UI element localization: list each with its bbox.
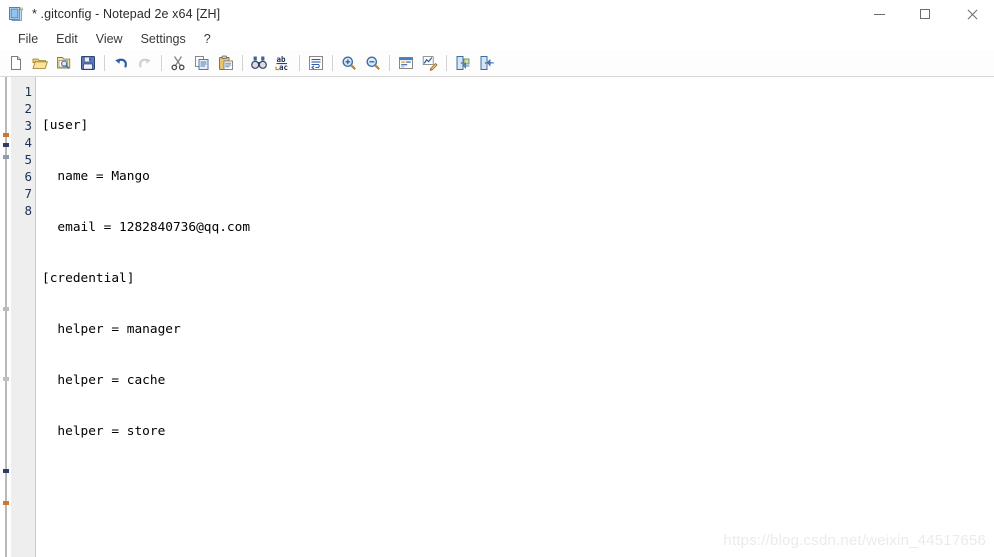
browse-file-icon (56, 55, 72, 71)
menu-item-view[interactable]: View (87, 30, 132, 49)
open-file-button[interactable] (28, 52, 52, 74)
menu-bar: File Edit View Settings ? (0, 28, 994, 50)
line-number: 3 (24, 118, 32, 133)
exit-icon (479, 55, 495, 71)
menu-item-help[interactable]: ? (195, 30, 220, 49)
zoom-out-button[interactable] (361, 52, 385, 74)
scheme-icon (398, 55, 414, 71)
line-number: 4 (24, 135, 32, 150)
redo-button[interactable] (133, 52, 157, 74)
marker-dot (3, 501, 9, 505)
close-button[interactable] (948, 0, 994, 28)
bookmark-marker-strip[interactable] (0, 77, 11, 557)
paste-icon (218, 55, 234, 71)
save-file-button[interactable] (76, 52, 100, 74)
replace-icon: ab ac (275, 55, 291, 71)
customize-schemes-button[interactable] (418, 52, 442, 74)
toolbar-separator (299, 55, 300, 71)
notepad-window: * .gitconfig - Notepad 2e x64 [ZH] File … (0, 0, 994, 557)
toolbar-separator (104, 55, 105, 71)
cut-icon (170, 55, 186, 71)
menu-item-edit[interactable]: Edit (47, 30, 87, 49)
line-number-gutter: 1 2 3 4 5 6 7 8 (11, 77, 36, 557)
undo-icon (113, 55, 129, 71)
zoom-in-button[interactable] (337, 52, 361, 74)
customize-icon (422, 55, 438, 71)
exit-save-button[interactable] (451, 52, 475, 74)
word-wrap-button[interactable] (304, 52, 328, 74)
copy-icon (194, 55, 210, 71)
replace-button[interactable]: ab ac (271, 52, 295, 74)
exit-save-icon (455, 55, 471, 71)
line-number: 6 (24, 169, 32, 184)
zoom-out-icon (365, 55, 381, 71)
zoom-in-icon (341, 55, 357, 71)
line-number: 7 (24, 186, 32, 201)
find-icon (251, 55, 267, 71)
watermark: https://blog.csdn.net/weixin_44517656 (723, 532, 986, 549)
code-line: email = 1282840736@qq.com (42, 220, 251, 235)
new-file-icon (8, 55, 24, 71)
marker-dot (3, 155, 9, 159)
title-bar-left: * .gitconfig - Notepad 2e x64 [ZH] (0, 6, 220, 22)
minimize-button[interactable] (856, 0, 902, 28)
menu-item-settings[interactable]: Settings (132, 30, 195, 49)
scheme-settings-button[interactable] (394, 52, 418, 74)
code-text-area[interactable]: [user] name = Mango email = 1282840736@q… (36, 77, 994, 557)
toolbar-separator (242, 55, 243, 71)
new-file-button[interactable] (4, 52, 28, 74)
word-wrap-icon (308, 55, 324, 71)
marker-dot (3, 143, 9, 147)
browse-file-button[interactable] (52, 52, 76, 74)
open-file-icon (32, 55, 48, 71)
editor-area: 1 2 3 4 5 6 7 8 [user] name = Mango emai… (0, 77, 994, 557)
line-number: 5 (24, 152, 32, 167)
code-line: [credential] (42, 271, 135, 286)
toolbar: ab ac (0, 50, 994, 77)
paste-button[interactable] (214, 52, 238, 74)
menu-item-file[interactable]: File (9, 30, 47, 49)
marker-dot (3, 133, 9, 137)
redo-icon (137, 55, 153, 71)
code-line: name = Mango (42, 169, 150, 184)
code-line: [user] (42, 118, 89, 133)
line-number: 1 (24, 84, 32, 99)
maximize-button[interactable] (902, 0, 948, 28)
toolbar-separator (446, 55, 447, 71)
save-file-icon (80, 55, 96, 71)
minimize-icon (873, 13, 885, 15)
svg-text:ac: ac (279, 63, 288, 71)
line-number: 8 (24, 203, 32, 218)
toolbar-separator (332, 55, 333, 71)
toolbar-separator (161, 55, 162, 71)
marker-dot (3, 307, 9, 311)
notepad-document-icon (8, 6, 24, 22)
marker-dot (3, 469, 9, 473)
window-title: * .gitconfig - Notepad 2e x64 [ZH] (32, 7, 221, 21)
copy-button[interactable] (190, 52, 214, 74)
marker-dot (3, 377, 9, 381)
exit-button[interactable] (475, 52, 499, 74)
undo-button[interactable] (109, 52, 133, 74)
toolbar-separator (389, 55, 390, 71)
marker-strip-rule (5, 77, 7, 557)
code-line: helper = cache (42, 373, 166, 388)
line-number: 2 (24, 101, 32, 116)
close-icon (966, 9, 977, 20)
title-bar[interactable]: * .gitconfig - Notepad 2e x64 [ZH] (0, 0, 994, 28)
maximize-icon (920, 9, 930, 19)
code-line: helper = store (42, 424, 166, 439)
code-line: helper = manager (42, 322, 181, 337)
find-button[interactable] (247, 52, 271, 74)
window-controls (856, 0, 994, 28)
cut-button[interactable] (166, 52, 190, 74)
